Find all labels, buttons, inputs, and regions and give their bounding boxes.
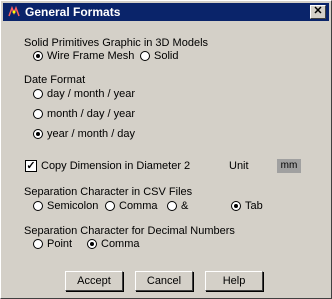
help-button[interactable]: Help <box>205 271 263 291</box>
close-icon: ✕ <box>313 5 323 17</box>
radio-selected-icon <box>33 51 43 61</box>
radio-csv-ampersand[interactable]: & <box>167 200 197 214</box>
radio-label: year / month / day <box>47 128 136 140</box>
general-formats-dialog: General Formats ✕ Solid Primitives Graph… <box>0 0 332 299</box>
window-title: General Formats <box>25 5 121 19</box>
radio-label: Comma <box>119 200 158 212</box>
radio-csv-comma[interactable]: Comma <box>105 200 165 214</box>
solid-primitives-label: Solid Primitives Graphic in 3D Models <box>24 37 209 49</box>
decimal-separator-label: Separation Character for Decimal Numbers <box>24 225 235 237</box>
radio-unselected-icon <box>105 201 115 211</box>
radio-unselected-icon <box>33 239 43 249</box>
radio-unselected-icon <box>33 89 43 99</box>
unit-label: Unit <box>229 160 249 172</box>
radio-label: Comma <box>101 238 140 250</box>
radio-day-month-year[interactable]: day / month / year <box>33 88 153 102</box>
app-icon <box>7 5 21 19</box>
radio-csv-semicolon[interactable]: Semicolon <box>33 200 108 214</box>
radio-selected-icon <box>231 201 241 211</box>
radio-decimal-comma[interactable]: Comma <box>87 238 147 252</box>
radio-label: Point <box>47 238 73 250</box>
csv-separator-label: Separation Character in CSV Files <box>24 186 193 198</box>
radio-label: Wire Frame Mesh <box>47 50 135 62</box>
radio-label: & <box>181 200 189 212</box>
radio-decimal-point[interactable]: Point <box>33 238 83 252</box>
radio-selected-icon <box>33 129 43 139</box>
radio-selected-icon <box>87 239 97 249</box>
close-button[interactable]: ✕ <box>310 5 326 19</box>
radio-solid[interactable]: Solid <box>140 50 190 64</box>
checkmark-icon: ✓ <box>25 160 37 172</box>
checkbox-label: Copy Dimension in Diameter 2 <box>41 160 191 172</box>
radio-unselected-icon <box>33 109 43 119</box>
radio-label: month / day / year <box>47 108 136 120</box>
radio-label: Tab <box>245 200 263 212</box>
radio-wire-frame-mesh[interactable]: Wire Frame Mesh <box>33 50 143 64</box>
radio-unselected-icon <box>140 51 150 61</box>
radio-label: day / month / year <box>47 88 136 100</box>
accept-button[interactable]: Accept <box>65 271 123 291</box>
radio-label: Solid <box>154 50 179 62</box>
cancel-button[interactable]: Cancel <box>135 271 193 291</box>
copy-dimension-checkbox[interactable]: ✓ Copy Dimension in Diameter 2 <box>25 160 205 174</box>
radio-unselected-icon <box>167 201 177 211</box>
unit-field[interactable]: mm <box>277 159 301 173</box>
radio-label: Semicolon <box>47 200 99 212</box>
radio-year-month-day[interactable]: year / month / day <box>33 128 153 142</box>
date-format-label: Date Format <box>24 74 86 86</box>
title-bar[interactable]: General Formats ✕ <box>3 3 329 21</box>
radio-month-day-year[interactable]: month / day / year <box>33 108 153 122</box>
radio-csv-tab[interactable]: Tab <box>231 200 271 214</box>
radio-unselected-icon <box>33 201 43 211</box>
